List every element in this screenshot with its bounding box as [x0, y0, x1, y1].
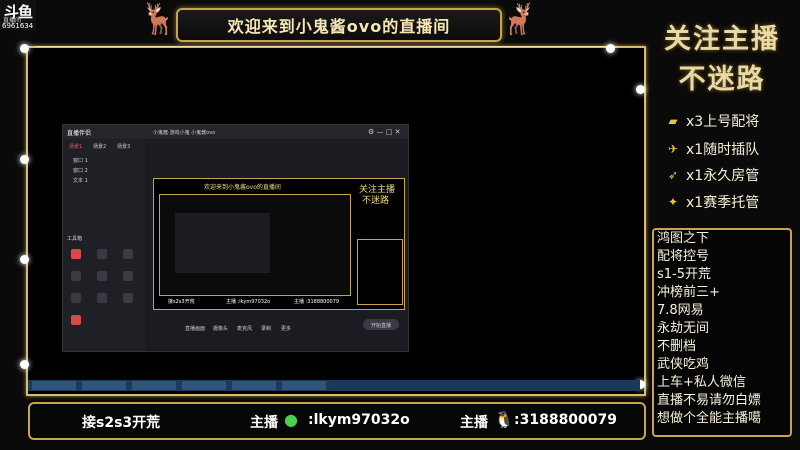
mini-bottom-left: 接s2s3开荒 — [168, 299, 195, 305]
rocket-icon: ➶ — [667, 168, 679, 182]
light-string-top — [35, 46, 615, 47]
qq-icon: 🐧 — [494, 410, 514, 429]
start-live-label: 开始直播 — [371, 323, 392, 329]
perk-item: ▰ x3上号配将 — [664, 110, 794, 132]
wechat-icon: ● — [284, 410, 298, 429]
app-titlebar: 直播伴侣 小鬼酱·游戏小鬼 小鬼酱ovo ⚙ — □ ✕ — [63, 125, 408, 139]
app-sidebar: 场景1 场景2 场景3 窗口 1 窗口 2 文本 1 工具箱 — [63, 139, 145, 351]
scene-tab-2[interactable]: 场景2 — [93, 143, 106, 150]
tool-vote-icon[interactable] — [123, 249, 133, 259]
deer-left-icon: 🦌 — [140, 2, 178, 37]
star-icon: ✦ — [667, 195, 679, 209]
scene-tab-3[interactable]: 场景3 — [117, 143, 130, 150]
source-item[interactable]: 窗口 1 — [73, 157, 88, 164]
qq-id: :3188800079 — [514, 412, 618, 428]
taskbar-item[interactable] — [132, 381, 176, 390]
light-dot — [20, 155, 29, 164]
light-dot — [636, 85, 645, 94]
notice-line: 想做个全能主播噶 — [657, 411, 762, 426]
room-id: 6961634 — [2, 22, 34, 30]
notice-line: 永劫无间 — [657, 321, 710, 336]
mini-bottom-mid: 主播 :lkym97032o — [226, 299, 271, 305]
app-title: 小鬼酱·游戏小鬼 小鬼酱ovo — [153, 130, 216, 136]
source-item[interactable]: 窗口 2 — [73, 167, 88, 174]
taskbar-item[interactable] — [282, 381, 326, 390]
follow-slogan: 关注主播 不迷路 — [652, 20, 792, 100]
tool-sticker-icon[interactable] — [71, 293, 81, 303]
perk-label: x1赛季托管 — [686, 195, 760, 211]
mini-nested-window — [175, 213, 270, 273]
tool-beauty-icon[interactable] — [71, 249, 81, 259]
perk-item: ✦ x1赛季托管 — [664, 191, 794, 213]
light-dot — [20, 255, 29, 264]
control-mic[interactable]: 麦克风 — [237, 325, 252, 332]
source-item[interactable]: 文本 1 — [73, 177, 88, 184]
windows-taskbar — [28, 380, 640, 391]
light-dot — [606, 44, 615, 53]
control-more[interactable]: 更多 — [281, 325, 291, 332]
follow-line2: 不迷路 — [678, 64, 766, 95]
wechat-prefix: 主播 — [250, 415, 278, 431]
taskbar-item[interactable] — [232, 381, 276, 390]
notice-line: s1-5开荒 — [657, 267, 712, 282]
notice-line: 配将控号 — [657, 249, 710, 264]
deer-right-icon: 🦌 — [500, 2, 538, 37]
app-name: 直播伴侣 — [67, 130, 92, 137]
perk-item: ✈ x1随时插队 — [664, 138, 794, 160]
welcome-title: 欢迎来到小鬼酱ovo的直播间 — [227, 17, 451, 36]
window-controls-icon[interactable]: ⚙ — □ ✕ — [368, 128, 400, 136]
tools-label: 工具箱 — [67, 236, 83, 242]
tool-linkmic-icon[interactable] — [123, 293, 133, 303]
tool-extra-icon[interactable] — [71, 315, 81, 325]
light-dot — [20, 44, 29, 53]
mini-bottom-right: 主播 :3188800079 — [294, 299, 340, 305]
mini-notice-box — [357, 239, 403, 305]
notice-line: 武侠吃鸡 — [657, 357, 710, 372]
perk-label: x1永久房管 — [686, 168, 760, 184]
gold-bar-icon: ▰ — [668, 114, 678, 128]
light-dot — [20, 360, 29, 369]
tool-record-icon[interactable] — [97, 271, 107, 281]
tool-effect-icon[interactable] — [123, 271, 133, 281]
mini-follow2: 不迷路 — [362, 196, 390, 206]
notice-line: 不删档 — [657, 339, 697, 354]
perk-label: x1随时插队 — [686, 142, 760, 158]
notice-board: 鸿图之下 配将控号 s1-5开荒 冲榜前三+ 7.8网易 永劫无间 不删档 武侠… — [652, 228, 792, 437]
notice-line: 直播不易请勿白嫖 — [657, 393, 762, 408]
taskbar-item[interactable] — [82, 381, 126, 390]
control-camera[interactable]: 摄像头 — [213, 325, 228, 332]
control-scene[interactable]: 直播画面 — [185, 325, 205, 332]
notice-line: 鸿图之下 — [657, 231, 710, 246]
notice-line: 冲榜前三+ — [657, 285, 720, 300]
contact-bar: 接s2s3开荒 主播 ● :lkym97032o 主播 🐧 :318880007… — [28, 402, 646, 440]
plane-icon: ✈ — [667, 142, 679, 156]
wechat-id: :lkym97032o — [308, 412, 410, 428]
preview-canvas: 欢迎来到小鬼酱ovo的直播间 关注主播 不迷路 接s2s3开荒 主播 :lkym… — [153, 178, 405, 310]
scene-tab-1[interactable]: 场景1 — [69, 143, 82, 150]
tool-danmaku-icon[interactable] — [97, 293, 107, 303]
mini-nested-stage — [159, 194, 351, 296]
opening-text: 接s2s3开荒 — [82, 415, 161, 431]
perk-item: ➶ x1永久房管 — [664, 164, 794, 186]
streaming-app-window: 直播伴侣 小鬼酱·游戏小鬼 小鬼酱ovo ⚙ — □ ✕ 场景1 场景2 场景3… — [62, 124, 409, 352]
tool-gift-icon[interactable] — [97, 249, 107, 259]
mini-banner: 欢迎来到小鬼酱ovo的直播间 — [204, 184, 281, 191]
notice-line: 7.8网易 — [657, 303, 704, 318]
notice-line: 上车+私人微信 — [657, 375, 746, 390]
qq-prefix: 主播 — [460, 415, 488, 431]
control-record[interactable]: 录制 — [261, 325, 271, 332]
perk-label: x3上号配将 — [686, 114, 760, 130]
start-live-button[interactable]: 开始直播 — [363, 319, 399, 330]
douyu-logo: 斗鱼 直播间 6961634 — [0, 0, 36, 30]
taskbar-item[interactable] — [182, 381, 226, 390]
tool-lottery-icon[interactable] — [71, 271, 81, 281]
welcome-banner: 欢迎来到小鬼酱ovo的直播间 — [176, 8, 502, 42]
taskbar-item[interactable] — [32, 381, 76, 390]
follow-line1: 关注主播 — [664, 24, 780, 55]
